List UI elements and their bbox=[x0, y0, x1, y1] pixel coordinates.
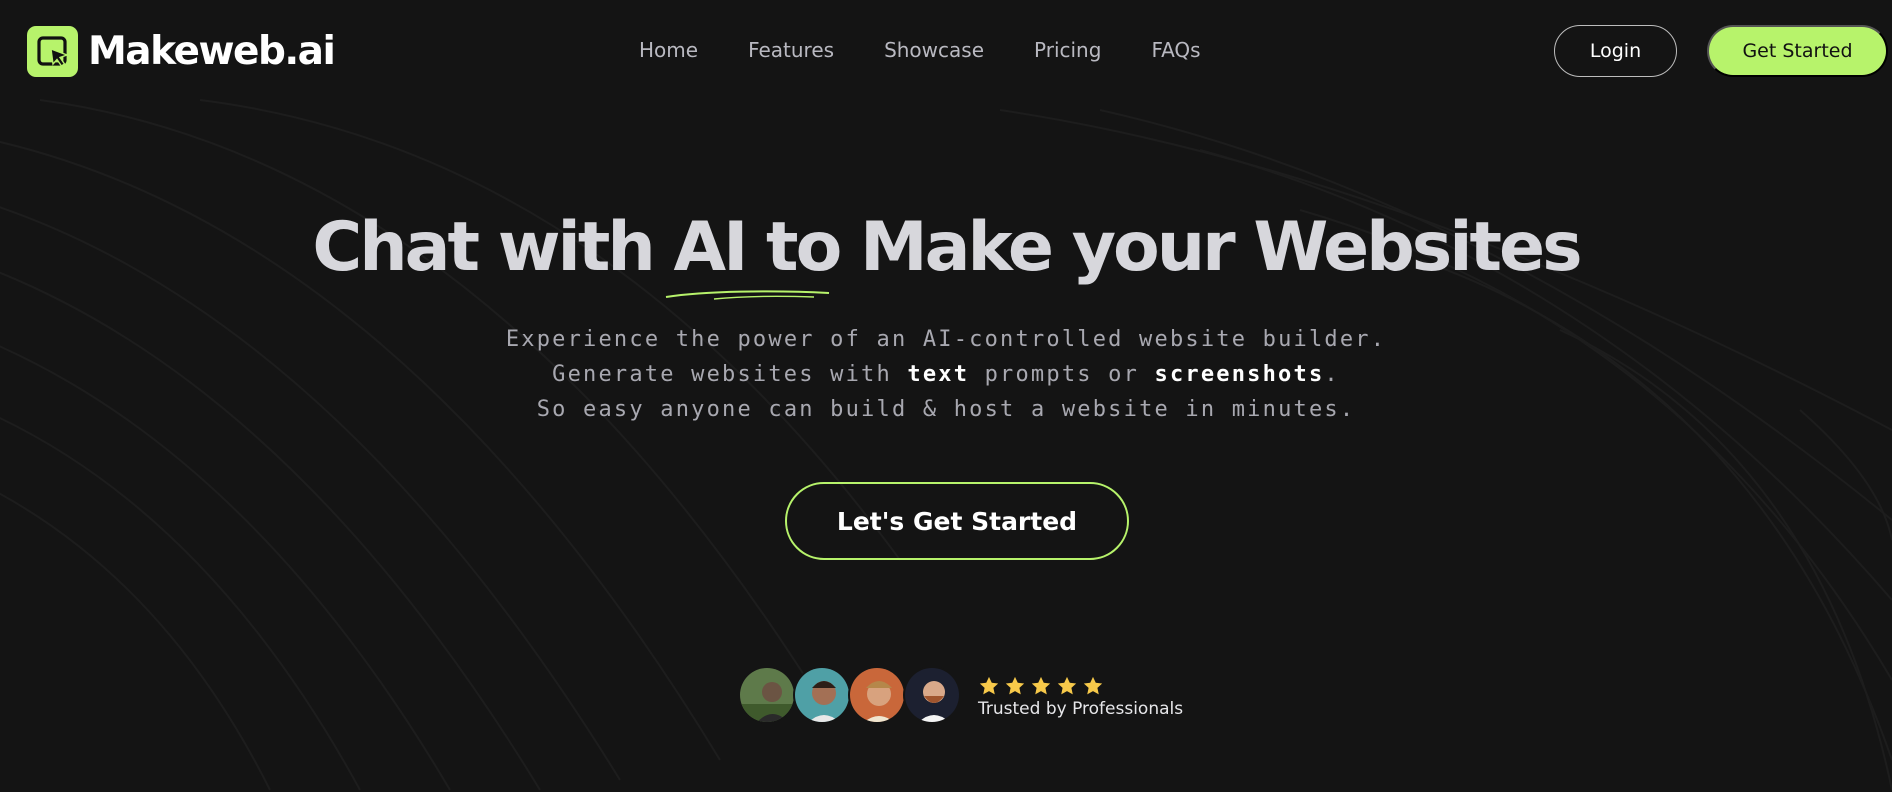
rating-block: Trusted by Professionals bbox=[978, 675, 1183, 719]
hero-subtitle: Experience the power of an AI-controlled… bbox=[0, 322, 1892, 427]
nav-link-pricing[interactable]: Pricing bbox=[1034, 38, 1101, 62]
star-icon bbox=[979, 676, 999, 695]
avatar bbox=[848, 666, 906, 724]
trusted-by-text: Trusted by Professionals bbox=[978, 699, 1184, 719]
star-icon bbox=[1057, 676, 1077, 695]
avatar bbox=[793, 666, 851, 724]
get-started-button[interactable]: Get Started bbox=[1707, 25, 1888, 77]
avatar bbox=[903, 666, 961, 724]
subtitle-line-3: So easy anyone can build & host a websit… bbox=[536, 397, 1356, 422]
hero-title: Chat with AI to Make your Websites bbox=[312, 208, 1582, 287]
landing-page: Makeweb.ai Home Features Showcase Pricin… bbox=[0, 0, 1892, 792]
subtitle-line-2-end: . bbox=[1324, 362, 1340, 387]
brand-logo[interactable]: Makeweb.ai bbox=[27, 26, 336, 77]
avatar-group bbox=[738, 666, 964, 726]
star-rating bbox=[978, 675, 1183, 697]
subtitle-line-2-start: Generate websites with bbox=[552, 362, 908, 387]
avatar bbox=[738, 666, 796, 724]
nav-link-features[interactable]: Features bbox=[748, 38, 834, 62]
ai-underline-squiggle bbox=[665, 290, 830, 300]
login-button[interactable]: Login bbox=[1554, 25, 1677, 77]
nav-links: Home Features Showcase Pricing FAQs bbox=[639, 38, 1251, 62]
top-navbar: Makeweb.ai Home Features Showcase Pricin… bbox=[0, 0, 1892, 102]
subtitle-line-2-middle: prompts or bbox=[969, 362, 1155, 387]
brand-name: Makeweb.ai bbox=[88, 29, 336, 74]
subtitle-line-1: Experience the power of an AI-controlled… bbox=[505, 327, 1387, 352]
star-icon bbox=[1005, 676, 1025, 695]
nav-link-showcase[interactable]: Showcase bbox=[884, 38, 984, 62]
subtitle-bold-screenshots: screenshots bbox=[1154, 362, 1325, 387]
nav-link-faqs[interactable]: FAQs bbox=[1151, 38, 1200, 62]
star-icon bbox=[1083, 676, 1103, 695]
subtitle-bold-text: text bbox=[907, 362, 970, 387]
subtitle-line-2: Generate websites with text prompts or s… bbox=[0, 357, 1892, 392]
lets-get-started-button[interactable]: Let's Get Started bbox=[785, 482, 1129, 560]
star-icon bbox=[1031, 676, 1051, 695]
cursor-click-icon bbox=[27, 26, 78, 77]
nav-link-home[interactable]: Home bbox=[639, 38, 698, 62]
social-proof: Trusted by Professionals bbox=[738, 666, 1183, 726]
